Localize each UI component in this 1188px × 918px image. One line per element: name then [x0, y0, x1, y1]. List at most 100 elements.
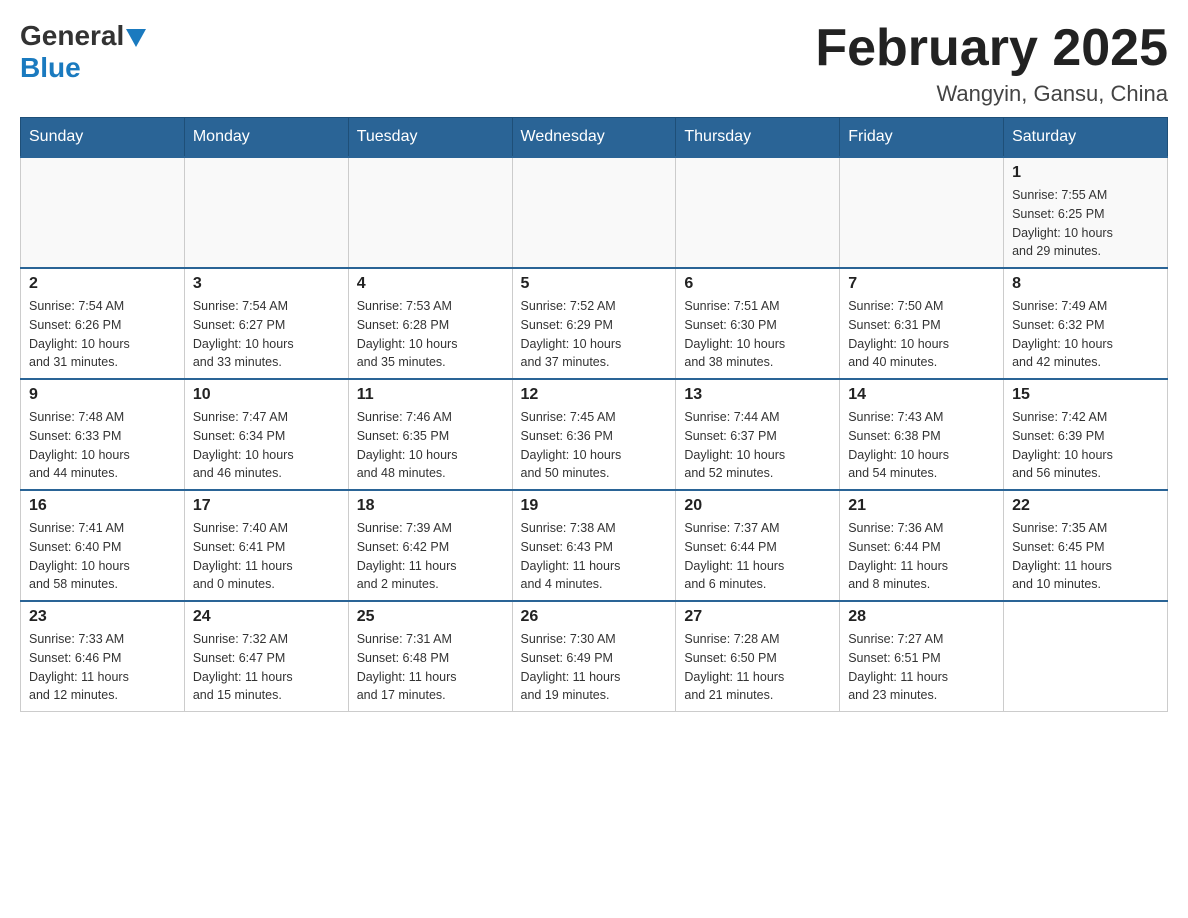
table-row: 9 Sunrise: 7:48 AM Sunset: 6:33 PM Daylig…: [21, 379, 185, 490]
title-section: February 2025 Wangyin, Gansu, China: [815, 20, 1168, 107]
day-info: Sunrise: 7:41 AM Sunset: 6:40 PM Dayligh…: [29, 519, 176, 594]
day-info: Sunrise: 7:46 AM Sunset: 6:35 PM Dayligh…: [357, 408, 504, 483]
col-wednesday: Wednesday: [512, 118, 676, 158]
table-row: [676, 157, 840, 268]
table-row: 16 Sunrise: 7:41 AM Sunset: 6:40 PM Dayli…: [21, 490, 185, 601]
calendar-header-row: Sunday Monday Tuesday Wednesday Thursday…: [21, 118, 1168, 158]
day-info: Sunrise: 7:42 AM Sunset: 6:39 PM Dayligh…: [1012, 408, 1159, 483]
calendar-week-row: 23 Sunrise: 7:33 AM Sunset: 6:46 PM Dayli…: [21, 601, 1168, 712]
day-info: Sunrise: 7:36 AM Sunset: 6:44 PM Dayligh…: [848, 519, 995, 594]
day-number: 21: [848, 497, 995, 515]
calendar-week-row: 16 Sunrise: 7:41 AM Sunset: 6:40 PM Dayli…: [21, 490, 1168, 601]
day-number: 2: [29, 275, 176, 293]
table-row: [21, 157, 185, 268]
day-number: 8: [1012, 275, 1159, 293]
table-row: 12Sunrise: 7:45 AM Sunset: 6:36 PM Dayli…: [512, 379, 676, 490]
table-row: 19 Sunrise: 7:38 AM Sunset: 6:43 PM Dayli…: [512, 490, 676, 601]
day-info: Sunrise: 7:49 AM Sunset: 6:32 PM Dayligh…: [1012, 297, 1159, 372]
table-row: 5 Sunrise: 7:52 AM Sunset: 6:29 PM Daylig…: [512, 268, 676, 379]
table-row: 2 Sunrise: 7:54 AM Sunset: 6:26 PM Daylig…: [21, 268, 185, 379]
day-number: 24: [193, 608, 340, 626]
day-number: 27: [684, 608, 831, 626]
table-row: 6 Sunrise: 7:51 AM Sunset: 6:30 PM Daylig…: [676, 268, 840, 379]
table-row: [184, 157, 348, 268]
col-saturday: Saturday: [1004, 118, 1168, 158]
day-info: Sunrise: 7:55 AM Sunset: 6:25 PM Dayligh…: [1012, 186, 1159, 261]
page-header: General Blue February 2025 Wangyin, Gans…: [20, 20, 1168, 107]
logo: General Blue: [20, 20, 146, 84]
table-row: [1004, 601, 1168, 712]
table-row: 25 Sunrise: 7:31 AM Sunset: 6:48 PM Dayli…: [348, 601, 512, 712]
day-number: 9: [29, 386, 176, 404]
table-row: 4 Sunrise: 7:53 AM Sunset: 6:28 PM Daylig…: [348, 268, 512, 379]
logo-arrow-icon: [126, 29, 146, 47]
table-row: 11 Sunrise: 7:46 AM Sunset: 6:35 PM Dayli…: [348, 379, 512, 490]
table-row: 28 Sunrise: 7:27 AM Sunset: 6:51 PM Dayli…: [840, 601, 1004, 712]
month-year-title: February 2025: [815, 20, 1168, 77]
day-number: 1: [1012, 164, 1159, 182]
table-row: [348, 157, 512, 268]
day-info: Sunrise: 7:35 AM Sunset: 6:45 PM Dayligh…: [1012, 519, 1159, 594]
col-tuesday: Tuesday: [348, 118, 512, 158]
day-number: 11: [357, 386, 504, 404]
table-row: 17Sunrise: 7:40 AM Sunset: 6:41 PM Dayli…: [184, 490, 348, 601]
day-number: 16: [29, 497, 176, 515]
day-info: Sunrise: 7:47 AM Sunset: 6:34 PM Dayligh…: [193, 408, 340, 483]
day-info: Sunrise: 7:52 AM Sunset: 6:29 PM Dayligh…: [521, 297, 668, 372]
day-info: Sunrise: 7:40 AM Sunset: 6:41 PM Dayligh…: [193, 519, 340, 594]
day-number: 19: [521, 497, 668, 515]
table-row: 7Sunrise: 7:50 AM Sunset: 6:31 PM Daylig…: [840, 268, 1004, 379]
day-info: Sunrise: 7:43 AM Sunset: 6:38 PM Dayligh…: [848, 408, 995, 483]
table-row: 23 Sunrise: 7:33 AM Sunset: 6:46 PM Dayli…: [21, 601, 185, 712]
day-info: Sunrise: 7:48 AM Sunset: 6:33 PM Dayligh…: [29, 408, 176, 483]
table-row: 1 Sunrise: 7:55 AM Sunset: 6:25 PM Daylig…: [1004, 157, 1168, 268]
logo-general-text: General: [20, 20, 124, 52]
day-number: 14: [848, 386, 995, 404]
calendar-table: Sunday Monday Tuesday Wednesday Thursday…: [20, 117, 1168, 712]
calendar-week-row: 2 Sunrise: 7:54 AM Sunset: 6:26 PM Daylig…: [21, 268, 1168, 379]
day-info: Sunrise: 7:53 AM Sunset: 6:28 PM Dayligh…: [357, 297, 504, 372]
day-info: Sunrise: 7:54 AM Sunset: 6:26 PM Dayligh…: [29, 297, 176, 372]
day-info: Sunrise: 7:44 AM Sunset: 6:37 PM Dayligh…: [684, 408, 831, 483]
day-info: Sunrise: 7:51 AM Sunset: 6:30 PM Dayligh…: [684, 297, 831, 372]
col-sunday: Sunday: [21, 118, 185, 158]
day-number: 25: [357, 608, 504, 626]
day-number: 3: [193, 275, 340, 293]
day-info: Sunrise: 7:27 AM Sunset: 6:51 PM Dayligh…: [848, 630, 995, 705]
table-row: 14 Sunrise: 7:43 AM Sunset: 6:38 PM Dayli…: [840, 379, 1004, 490]
day-info: Sunrise: 7:45 AM Sunset: 6:36 PM Dayligh…: [521, 408, 668, 483]
day-number: 4: [357, 275, 504, 293]
day-info: Sunrise: 7:38 AM Sunset: 6:43 PM Dayligh…: [521, 519, 668, 594]
table-row: 18 Sunrise: 7:39 AM Sunset: 6:42 PM Dayli…: [348, 490, 512, 601]
day-number: 20: [684, 497, 831, 515]
table-row: 22 Sunrise: 7:35 AM Sunset: 6:45 PM Dayli…: [1004, 490, 1168, 601]
day-info: Sunrise: 7:54 AM Sunset: 6:27 PM Dayligh…: [193, 297, 340, 372]
table-row: [512, 157, 676, 268]
day-number: 6: [684, 275, 831, 293]
day-number: 10: [193, 386, 340, 404]
table-row: 10 Sunrise: 7:47 AM Sunset: 6:34 PM Dayli…: [184, 379, 348, 490]
day-number: 18: [357, 497, 504, 515]
table-row: 21 Sunrise: 7:36 AM Sunset: 6:44 PM Dayli…: [840, 490, 1004, 601]
day-number: 28: [848, 608, 995, 626]
day-info: Sunrise: 7:32 AM Sunset: 6:47 PM Dayligh…: [193, 630, 340, 705]
table-row: 15 Sunrise: 7:42 AM Sunset: 6:39 PM Dayli…: [1004, 379, 1168, 490]
table-row: 27Sunrise: 7:28 AM Sunset: 6:50 PM Dayli…: [676, 601, 840, 712]
day-number: 23: [29, 608, 176, 626]
location-text: Wangyin, Gansu, China: [815, 81, 1168, 107]
day-number: 15: [1012, 386, 1159, 404]
day-info: Sunrise: 7:33 AM Sunset: 6:46 PM Dayligh…: [29, 630, 176, 705]
day-number: 7: [848, 275, 995, 293]
day-info: Sunrise: 7:30 AM Sunset: 6:49 PM Dayligh…: [521, 630, 668, 705]
table-row: 8 Sunrise: 7:49 AM Sunset: 6:32 PM Daylig…: [1004, 268, 1168, 379]
table-row: 24 Sunrise: 7:32 AM Sunset: 6:47 PM Dayli…: [184, 601, 348, 712]
col-thursday: Thursday: [676, 118, 840, 158]
table-row: 13Sunrise: 7:44 AM Sunset: 6:37 PM Dayli…: [676, 379, 840, 490]
col-friday: Friday: [840, 118, 1004, 158]
day-number: 5: [521, 275, 668, 293]
day-info: Sunrise: 7:39 AM Sunset: 6:42 PM Dayligh…: [357, 519, 504, 594]
logo-blue-text: Blue: [20, 52, 81, 84]
day-info: Sunrise: 7:31 AM Sunset: 6:48 PM Dayligh…: [357, 630, 504, 705]
calendar-week-row: 9 Sunrise: 7:48 AM Sunset: 6:33 PM Daylig…: [21, 379, 1168, 490]
day-number: 22: [1012, 497, 1159, 515]
